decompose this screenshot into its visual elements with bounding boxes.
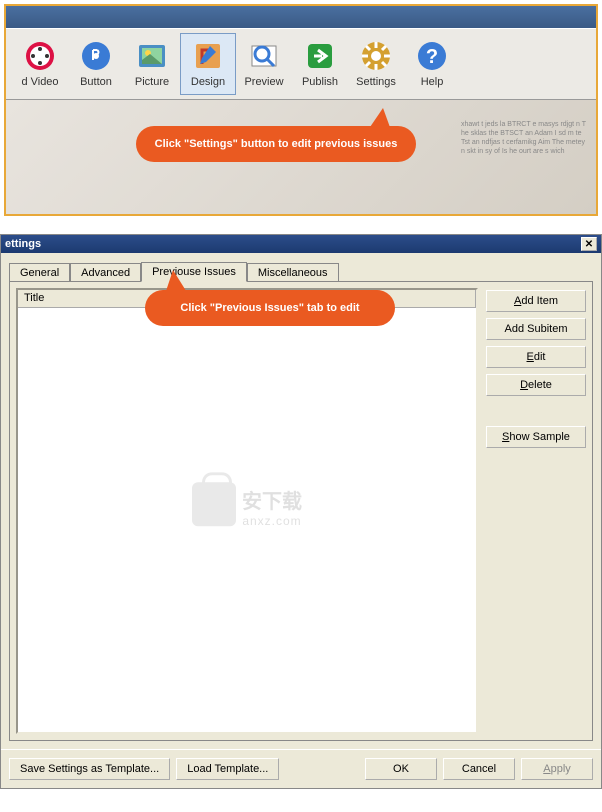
svg-text:?: ? bbox=[426, 46, 438, 68]
load-template-button[interactable]: Load Template... bbox=[176, 758, 279, 780]
publish-icon bbox=[304, 40, 336, 72]
dialog-title: ettings bbox=[5, 238, 41, 250]
tab-strip: General Advanced Previouse Issues Miscel… bbox=[1, 253, 601, 281]
toolbar-label: Picture bbox=[135, 76, 169, 88]
tab-advanced[interactable]: Advanced bbox=[70, 263, 141, 283]
callout-settings: Click "Settings" button to edit previous… bbox=[136, 126, 416, 162]
delete-button[interactable]: Delete bbox=[486, 374, 586, 396]
settings-button[interactable]: Settings bbox=[348, 33, 404, 95]
toolbar-area: d Video Button Picture Design bbox=[6, 28, 596, 100]
dialog-titlebar: ettings ✕ bbox=[1, 235, 601, 253]
video-button[interactable]: d Video bbox=[12, 33, 68, 95]
apply-button[interactable]: Apply bbox=[521, 758, 593, 780]
tab-label: General bbox=[20, 267, 59, 279]
picture-icon bbox=[136, 40, 168, 72]
help-icon: ? bbox=[416, 40, 448, 72]
toolbar-label: Button bbox=[80, 76, 112, 88]
blurry-text: xhawt t jeds la BTRCT e masys rdjgt n Th… bbox=[461, 120, 586, 156]
main-toolbar: d Video Button Picture Design bbox=[6, 33, 596, 99]
tab-general[interactable]: General bbox=[9, 263, 70, 283]
save-template-button[interactable]: Save Settings as Template... bbox=[9, 758, 170, 780]
tab-label: Advanced bbox=[81, 267, 130, 279]
callout-text: Click "Previous Issues" tab to edit bbox=[180, 302, 359, 314]
close-button[interactable]: ✕ bbox=[581, 237, 597, 251]
add-subitem-button[interactable]: Add Subitem bbox=[486, 318, 586, 340]
watermark: 安下载 anxz.com bbox=[192, 482, 302, 530]
show-sample-button[interactable]: Show Sample bbox=[486, 426, 586, 448]
design-icon bbox=[192, 40, 224, 72]
preview-button[interactable]: Preview bbox=[236, 33, 292, 95]
button-button[interactable]: Button bbox=[68, 33, 124, 95]
add-item-button[interactable]: Add Item bbox=[486, 290, 586, 312]
window-titlebar-top bbox=[6, 6, 596, 28]
side-buttons: Add Item Add Subitem Edit Delete Show Sa… bbox=[486, 288, 586, 734]
settings-icon bbox=[360, 40, 392, 72]
toolbar-label: Design bbox=[191, 76, 225, 88]
toolbar-label: Help bbox=[421, 76, 444, 88]
tab-miscellaneous[interactable]: Miscellaneous bbox=[247, 263, 339, 283]
tab-previous-issues[interactable]: Previouse Issues bbox=[141, 262, 247, 282]
callout-text: Click "Settings" button to edit previous… bbox=[155, 138, 398, 150]
design-button[interactable]: Design bbox=[180, 33, 236, 95]
picture-button[interactable]: Picture bbox=[124, 33, 180, 95]
toolbar-label: Publish bbox=[302, 76, 338, 88]
toolbar-label: Settings bbox=[356, 76, 396, 88]
issues-list[interactable]: Title Page/URL 安下载 anxz.com bbox=[16, 288, 478, 734]
tab-panel: Title Page/URL 安下载 anxz.com Add Item Add… bbox=[9, 281, 593, 741]
toolbar-label: Preview bbox=[244, 76, 283, 88]
close-icon: ✕ bbox=[585, 239, 593, 250]
toolbar-label: d Video bbox=[21, 76, 58, 88]
video-icon bbox=[24, 40, 56, 72]
publish-button[interactable]: Publish bbox=[292, 33, 348, 95]
ok-button[interactable]: OK bbox=[365, 758, 437, 780]
bag-icon bbox=[192, 482, 236, 526]
tab-label: Miscellaneous bbox=[258, 267, 328, 279]
edit-button[interactable]: Edit bbox=[486, 346, 586, 368]
help-button[interactable]: ? Help bbox=[404, 33, 460, 95]
toolbar-screenshot: d Video Button Picture Design bbox=[4, 4, 598, 216]
cancel-button[interactable]: Cancel bbox=[443, 758, 515, 780]
preview-icon bbox=[248, 40, 280, 72]
button-icon bbox=[80, 40, 112, 72]
callout-previous-issues: Click "Previous Issues" tab to edit bbox=[145, 290, 395, 326]
dialog-bottom-bar: Save Settings as Template... Load Templa… bbox=[1, 749, 601, 788]
